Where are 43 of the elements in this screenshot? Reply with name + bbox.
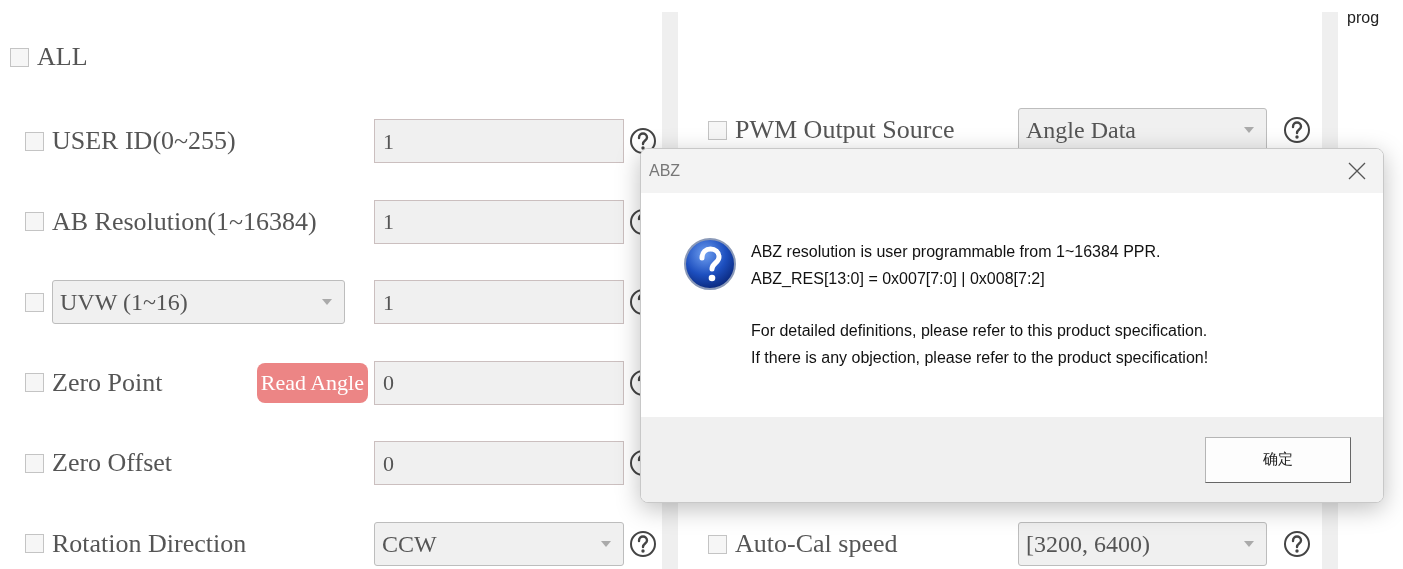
setting-label: ALL: [37, 44, 88, 70]
dropdown[interactable]: [3200, 6400): [1018, 522, 1267, 566]
caret-icon: [322, 299, 332, 305]
close-icon: [1348, 162, 1366, 180]
checkbox[interactable]: [25, 292, 44, 312]
message-text: If there is any objection, please refer to the product specification!: [751, 348, 1209, 368]
caret-icon: [1244, 541, 1254, 547]
checkbox[interactable]: [25, 212, 44, 231]
help-icon[interactable]: [1283, 530, 1311, 558]
help-icon[interactable]: [629, 529, 657, 558]
caret-icon: [601, 540, 611, 547]
setting-label: Rotation Direction: [52, 530, 247, 557]
input-field[interactable]: 1: [374, 280, 624, 324]
caret-icon: [1244, 127, 1254, 133]
side-text: prog: [1347, 9, 1380, 26]
setting-label: AB Resolution(1~16384): [52, 208, 317, 235]
input-field[interactable]: 1: [374, 119, 624, 163]
setting-label: USER ID(0~255): [52, 128, 236, 154]
dropdown[interactable]: UVW (1~16): [52, 280, 345, 324]
checkbox[interactable]: [25, 373, 44, 392]
dialog-title: ABZ: [649, 161, 681, 181]
checkbox[interactable]: [708, 120, 727, 140]
checkbox[interactable]: [25, 453, 44, 473]
checkbox[interactable]: [708, 534, 727, 554]
setting-label: Zero Offset: [52, 450, 173, 476]
message-text: For detailed definitions, please refer to this product specification.: [751, 321, 1209, 341]
setting-label: PWM Output Source: [735, 117, 955, 143]
dropdown[interactable]: CCW: [374, 521, 624, 566]
checkbox[interactable]: [10, 47, 29, 67]
help-icon[interactable]: [1283, 116, 1311, 144]
input-field[interactable]: 0: [374, 360, 624, 405]
setting-label: Zero Point: [52, 369, 163, 396]
input-field[interactable]: 1: [374, 199, 624, 244]
question-icon: [683, 237, 737, 291]
help-icon[interactable]: [629, 127, 657, 155]
setting-label: Auto-Cal speed: [735, 531, 898, 557]
close-button[interactable]: [1347, 161, 1367, 181]
ok-button[interactable]: 确定: [1205, 436, 1351, 483]
message-text: ABZ_RES[13:0] = 0x007[7:0] | 0x008[7:2]: [751, 269, 1046, 289]
checkbox[interactable]: [25, 131, 44, 151]
checkbox[interactable]: [25, 534, 44, 553]
input-field[interactable]: 0: [374, 441, 624, 485]
message-text: ABZ resolution is user programmable from 1~16384 PPR.: [751, 242, 1162, 262]
